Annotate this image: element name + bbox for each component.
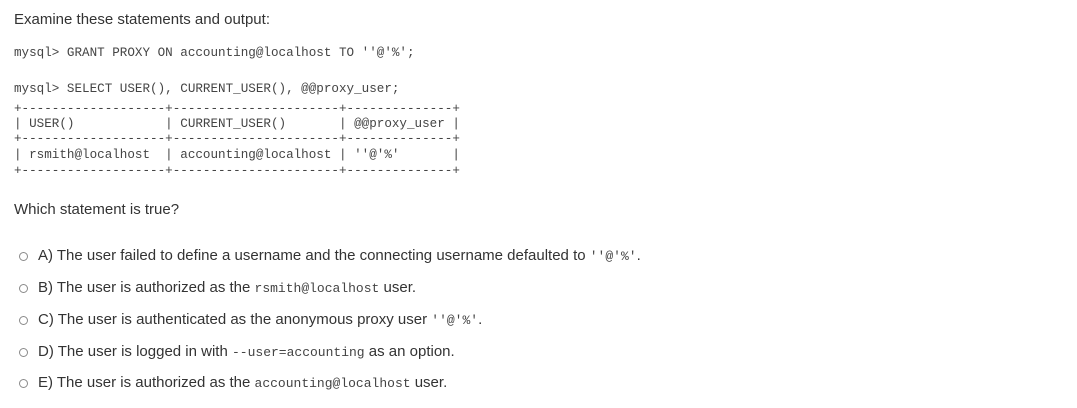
option-d[interactable]: D) The user is logged in with --user=acc… xyxy=(19,342,455,362)
option-e-label: E) The user is authorized as the account… xyxy=(38,373,448,391)
grant-statement-line: mysql> GRANT PROXY ON accounting@localho… xyxy=(14,46,415,60)
option-e-radio[interactable] xyxy=(19,378,28,388)
option-b[interactable]: B) The user is authorized as the rsmith@… xyxy=(19,278,416,298)
option-e[interactable]: E) The user is authorized as the account… xyxy=(19,373,447,393)
option-a[interactable]: A) The user failed to define a username … xyxy=(19,246,641,266)
option-d-label: D) The user is logged in with --user=acc… xyxy=(38,342,455,360)
option-a-label: A) The user failed to define a username … xyxy=(38,246,641,264)
option-d-radio[interactable] xyxy=(19,347,28,357)
intro-text: Examine these statements and output: xyxy=(14,11,270,28)
option-c-label: C) The user is authenticated as the anon… xyxy=(38,310,483,328)
result-table-row: | rsmith@localhost | accounting@localhos… xyxy=(14,148,460,162)
option-c[interactable]: C) The user is authenticated as the anon… xyxy=(19,310,482,330)
select-statement-line: mysql> SELECT USER(), CURRENT_USER(), @@… xyxy=(14,82,400,96)
option-b-label: B) The user is authorized as the rsmith@… xyxy=(38,278,417,296)
option-c-radio[interactable] xyxy=(19,315,28,325)
result-table-bottom-border: +-------------------+-------------------… xyxy=(14,164,460,178)
result-table-header-border: +-------------------+-------------------… xyxy=(14,132,460,146)
option-a-radio[interactable] xyxy=(19,251,28,261)
result-table-top-border: +-------------------+-------------------… xyxy=(14,102,460,116)
question-text: Which statement is true? xyxy=(14,201,180,218)
result-table-header: | USER() | CURRENT_USER() | @@proxy_user… xyxy=(14,117,460,131)
option-b-radio[interactable] xyxy=(19,283,28,293)
